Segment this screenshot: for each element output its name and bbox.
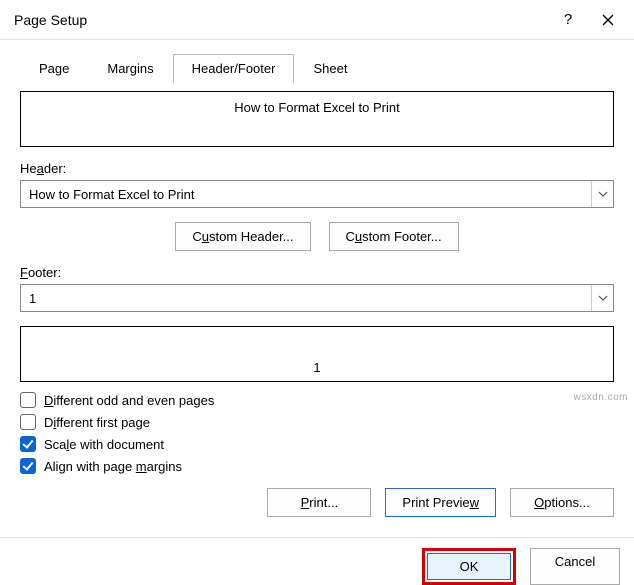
header-preview: How to Format Excel to Print xyxy=(20,91,614,147)
ok-highlight: OK xyxy=(422,548,516,585)
tab-bar: Page Margins Header/Footer Sheet xyxy=(20,54,614,83)
dialog-content: Page Margins Header/Footer Sheet How to … xyxy=(0,40,634,527)
chevron-down-icon xyxy=(598,295,608,301)
check-diff-first[interactable]: Different first page xyxy=(20,414,614,430)
check-scale-doc[interactable]: Scale with document xyxy=(20,436,614,452)
header-select[interactable]: How to Format Excel to Print xyxy=(20,180,614,208)
footer-preview: 1 xyxy=(20,326,614,382)
check-label: Align with page margins xyxy=(44,459,182,474)
dialog-title: Page Setup xyxy=(14,12,548,28)
checkbox-icon xyxy=(20,436,36,452)
checkbox-icon xyxy=(20,414,36,430)
title-bar: Page Setup ? xyxy=(0,0,634,40)
footer-select-value: 1 xyxy=(21,291,591,306)
footer-select-caret[interactable] xyxy=(591,285,613,311)
check-label: Scale with document xyxy=(44,437,164,452)
header-preview-text: How to Format Excel to Print xyxy=(234,100,399,115)
help-button[interactable]: ? xyxy=(548,0,588,40)
tab-header-footer[interactable]: Header/Footer xyxy=(173,54,295,83)
footer-preview-text: 1 xyxy=(313,360,320,375)
tab-sheet[interactable]: Sheet xyxy=(294,54,366,83)
footer-select[interactable]: 1 xyxy=(20,284,614,312)
header-select-caret[interactable] xyxy=(591,181,613,207)
header-label: Header: xyxy=(20,161,614,176)
close-icon xyxy=(602,14,614,26)
chevron-down-icon xyxy=(598,191,608,197)
check-label: Different first page xyxy=(44,415,150,430)
checkbox-icon xyxy=(20,392,36,408)
footer-label: Footer: xyxy=(20,265,614,280)
ok-button[interactable]: OK xyxy=(427,553,511,580)
tab-page[interactable]: Page xyxy=(20,54,88,83)
checkbox-icon xyxy=(20,458,36,474)
header-select-value: How to Format Excel to Print xyxy=(21,187,591,202)
watermark: wsxdn.com xyxy=(573,392,628,403)
custom-buttons-row: Custom Header... Custom Footer... xyxy=(20,222,614,251)
custom-footer-button[interactable]: Custom Footer... xyxy=(329,222,459,251)
check-label: Different odd and even pages xyxy=(44,393,214,408)
print-button[interactable]: Print... xyxy=(267,488,371,517)
tab-margins[interactable]: Margins xyxy=(88,54,172,83)
dialog-footer: OK Cancel xyxy=(0,537,634,585)
check-diff-odd-even[interactable]: Different odd and even pages xyxy=(20,392,614,408)
checkbox-group: Different odd and even pages Different f… xyxy=(20,392,614,474)
cancel-button[interactable]: Cancel xyxy=(530,548,620,585)
print-preview-button[interactable]: Print Preview xyxy=(385,488,496,517)
close-button[interactable] xyxy=(588,0,628,40)
custom-header-button[interactable]: Custom Header... xyxy=(175,222,310,251)
action-row: Print... Print Preview Options... xyxy=(20,488,614,517)
options-button[interactable]: Options... xyxy=(510,488,614,517)
check-align-margins[interactable]: Align with page margins xyxy=(20,458,614,474)
